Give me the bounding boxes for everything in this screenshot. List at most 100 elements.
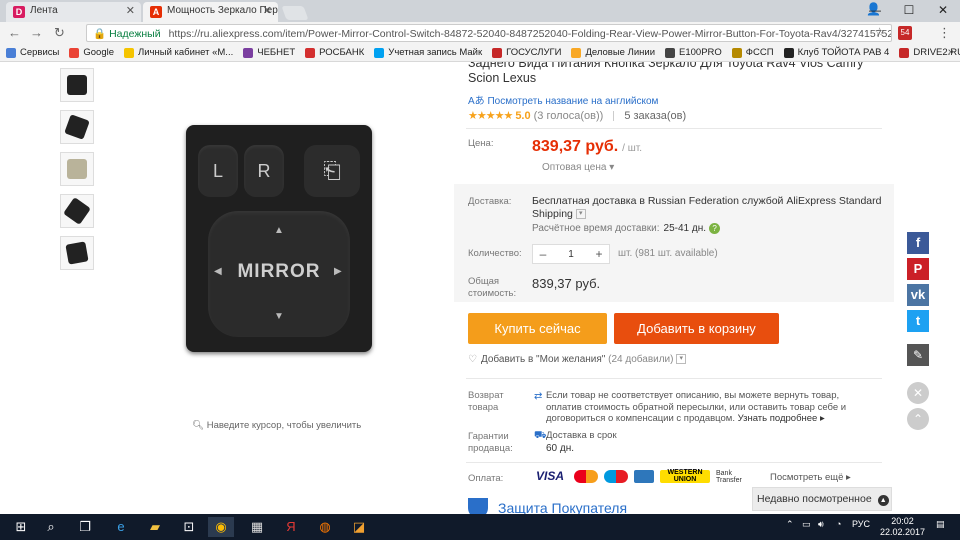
bookmark-item[interactable]: Клуб ТОЙОТА РАВ 4 (783, 44, 889, 61)
chrome-icon[interactable]: ◉ (208, 517, 234, 537)
translate-link[interactable]: Aあ Посмотреть название на английском (468, 92, 658, 107)
divider (466, 378, 882, 379)
bookmark-item[interactable]: Учетная запись Майк (374, 44, 482, 61)
vk-icon[interactable]: vk (907, 284, 929, 306)
address-toolbar: ← → ↻ 🔒 Надежный https://ru.aliexpress.com… (0, 22, 960, 44)
quantity-stepper[interactable]: – 1 + (532, 244, 610, 264)
edit-icon[interactable]: ✎ (907, 344, 929, 366)
minimize-icon[interactable]: — (858, 0, 892, 20)
wishlist-link[interactable]: ♡ Добавить в "Мои желания" (24 добавили) … (468, 354, 687, 365)
chevron-up-icon: ▲ (877, 495, 889, 506)
maximize-icon[interactable]: ☐ (892, 0, 926, 20)
quantity-input[interactable]: 1 (553, 249, 589, 260)
tab-title: Лента (30, 5, 58, 16)
thumbnail[interactable] (60, 68, 94, 102)
pinterest-icon[interactable]: P (907, 258, 929, 280)
search-icon[interactable]: ⌕ (38, 517, 64, 537)
product-main-image[interactable]: L R ⎗ ▲ ▼ ◀ ▶ MIRROR (100, 66, 452, 412)
task-view-icon[interactable]: ❐ (72, 517, 98, 537)
truck-icon: ⛟ (534, 430, 547, 441)
bookmarks-overflow-icon[interactable]: » (948, 46, 954, 58)
bookmark-item[interactable]: E100PRO (665, 44, 722, 61)
divider (466, 462, 882, 463)
wholesale-price-dropdown[interactable]: Оптовая цена ▾ (542, 162, 614, 173)
store-icon[interactable]: ⊡ (176, 517, 202, 537)
volume-icon[interactable]: 🔊︎ (818, 519, 824, 530)
thumbnail[interactable] (60, 236, 94, 270)
bookmark-item[interactable]: Сервисы (6, 44, 59, 61)
windows-start-icon[interactable]: ⊞ (8, 517, 34, 537)
bookmark-item[interactable]: ЧЕБНЕТ (243, 44, 295, 61)
wishlist-dropdown-icon[interactable]: ▾ (676, 354, 687, 365)
rating-value: 5.0 (515, 110, 531, 122)
caret-down-icon: ▾ (609, 162, 615, 173)
facebook-icon[interactable]: f (907, 232, 929, 254)
shield-icon (468, 498, 488, 514)
notifications-icon[interactable]: ▤ (936, 519, 945, 530)
thumbnail[interactable] (60, 194, 94, 228)
bookmark-item[interactable]: ФССП (731, 44, 774, 61)
total-value: 839,37 руб. (532, 276, 601, 291)
tab-close-icon[interactable]: ✕ (126, 4, 135, 17)
learn-more-link[interactable]: Узнать подробнее ▸ (738, 413, 825, 424)
votes-link[interactable]: (3 голоса(ов)) (534, 110, 604, 122)
bookmark-favicon-icon (374, 47, 385, 58)
delivery-estimate: Расчётное время доставки: 25-41 дн.? (532, 223, 721, 234)
bookmarks-bar: Сервисы Google Личный кабинет «М... ЧЕБНЕТ Р… (0, 44, 960, 62)
close-window-icon[interactable]: ✕ (926, 0, 960, 20)
thumbnail[interactable] (60, 110, 94, 144)
forward-icon[interactable]: → (30, 25, 43, 40)
network-icon[interactable]: ▭ (802, 519, 811, 530)
thumbnail-list (60, 68, 94, 278)
more-payments-link[interactable]: Посмотреть ещё ▸ (770, 472, 851, 483)
bookmark-item[interactable]: ГОСУСЛУГИ (492, 44, 561, 61)
back-icon[interactable]: ← (8, 25, 21, 40)
return-text: Если товар не соответствует описанию, вы… (546, 390, 866, 425)
bookmark-item[interactable]: РОСБАНК (305, 44, 364, 61)
scroll-top-icon[interactable]: ⌃ (907, 408, 929, 430)
twitter-icon[interactable]: t (907, 310, 929, 332)
clock[interactable]: 20:02 22.02.2017 (880, 516, 925, 538)
app-icon[interactable]: ◪ (346, 517, 372, 537)
arrow-down-icon: ▼ (274, 311, 284, 322)
decrease-button[interactable]: – (533, 247, 553, 261)
shipping-dropdown-icon[interactable]: ▾ (575, 209, 586, 220)
help-icon[interactable]: ? (709, 223, 721, 234)
window-controls: — ☐ ✕ (858, 0, 960, 20)
firefox-icon[interactable]: ◍ (312, 517, 338, 537)
buy-now-button[interactable]: Купить сейчас (468, 313, 607, 344)
tab-title: Мощность Зеркало Пер (167, 5, 278, 16)
guarantee-days: 60 дн. (546, 443, 575, 454)
language-indicator[interactable]: РУС (852, 519, 870, 529)
bookmark-star-icon[interactable]: ☆ (874, 25, 885, 39)
calculator-icon[interactable]: ▦ (244, 517, 270, 537)
wifi-icon[interactable]: ◔ (836, 519, 841, 529)
tab-lenta[interactable]: D Лента ✕ (6, 2, 141, 22)
add-to-cart-button[interactable]: Добавить в корзину (614, 313, 779, 344)
url-input[interactable]: 🔒 Надежный https://ru.aliexpress.com/item/… (86, 24, 892, 42)
recently-viewed-bar[interactable]: Недавно посмотренное ▲ (752, 487, 892, 511)
bookmark-item[interactable]: Google (69, 44, 114, 61)
bookmark-item[interactable]: Деловые Линии (571, 44, 655, 61)
browser-menu-icon[interactable]: ⋮ (938, 25, 951, 41)
extension-badge-icon[interactable]: 54 (898, 26, 912, 40)
payment-label: Оплата: (468, 473, 504, 484)
thumbnail[interactable] (60, 152, 94, 186)
file-explorer-icon[interactable]: ▰ (142, 517, 168, 537)
bookmark-favicon-icon (69, 47, 80, 58)
new-tab-button[interactable] (281, 6, 309, 20)
product-title: Заднего Вида Питания Кнопка Зеркало Для … (468, 62, 864, 85)
estimate-value: 25-41 дн. (663, 223, 707, 234)
browser-tabbar: D Лента ✕ A Мощность Зеркало Пер ✕ 👤 — ☐… (0, 0, 960, 22)
bookmark-item[interactable]: Личный кабинет «М... (124, 44, 233, 61)
wishlist-count: (24 добавили) (608, 354, 674, 365)
yandex-icon[interactable]: Я (278, 517, 304, 537)
edge-icon[interactable]: e (108, 517, 134, 537)
tab-aliexpress[interactable]: A Мощность Зеркало Пер ✕ (143, 2, 278, 22)
bookmark-favicon-icon (783, 47, 794, 58)
tray-chevron-icon[interactable]: ⌃ (786, 519, 794, 530)
close-circle-icon[interactable]: ✕ (907, 382, 929, 404)
reload-icon[interactable]: ↻ (54, 25, 65, 41)
tab-close-icon[interactable]: ✕ (263, 4, 272, 17)
increase-button[interactable]: + (589, 247, 609, 261)
